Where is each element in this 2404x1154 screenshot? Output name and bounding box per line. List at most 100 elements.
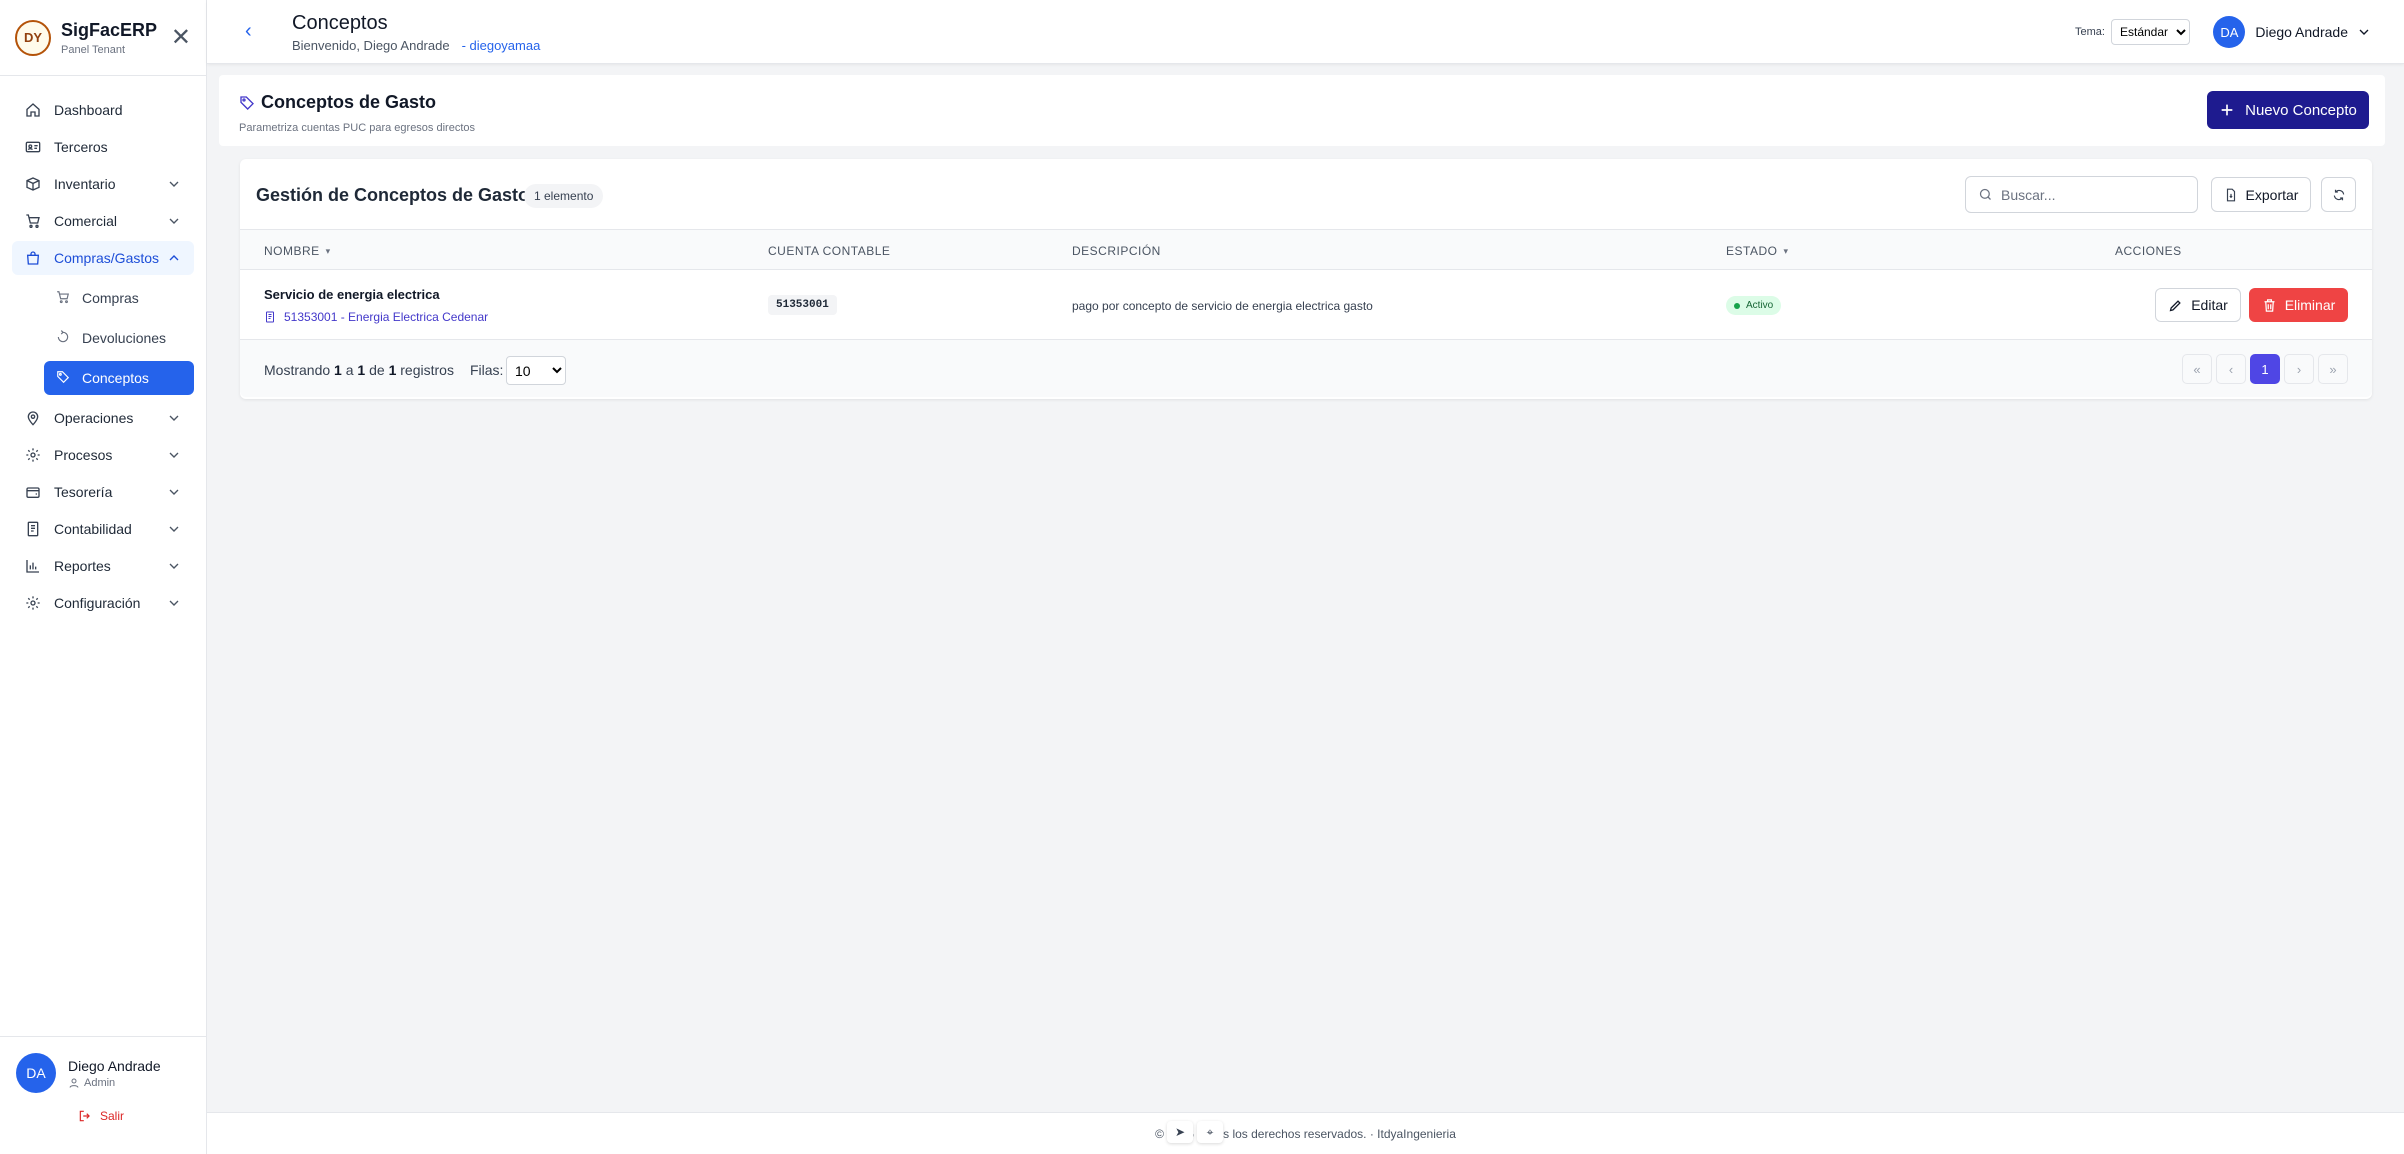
chevron-down-icon: [166, 558, 182, 574]
column-header-status[interactable]: ESTADO ▾: [1726, 244, 1788, 258]
rows-per-page-select[interactable]: 10: [506, 356, 566, 385]
tenant-link[interactable]: - diegoyamaa: [462, 38, 541, 53]
section-header: Conceptos de Gasto Parametriza cuentas P…: [219, 75, 2385, 146]
concept-account-link[interactable]: 51353001 - Energia Electrica Cedenar: [264, 310, 488, 324]
search-input[interactable]: [2001, 186, 2181, 203]
sidebar-subitem-conceptos[interactable]: Conceptos: [44, 361, 194, 395]
concept-description: pago por concepto de servicio de energia…: [1072, 299, 1373, 313]
chevron-right-icon: ›: [2296, 361, 2302, 377]
app-subtitle: Panel Tenant: [61, 43, 126, 56]
concept-name: Servicio de energia electrica: [264, 287, 440, 302]
sort-icon: ▾: [325, 245, 331, 256]
chevron-down-icon: [166, 484, 182, 500]
tag-icon: [56, 370, 72, 386]
section-title: Conceptos de Gasto: [239, 92, 436, 113]
chevron-down-icon: [166, 410, 182, 426]
chevron-left-icon: ‹: [2228, 361, 2234, 377]
sidebar-item-procesos[interactable]: Procesos: [12, 438, 194, 472]
pagination: « ‹ 1 › »: [2182, 354, 2348, 384]
count-badge: 1 elemento: [524, 184, 604, 208]
sidebar-user-name: Diego Andrade: [68, 1057, 161, 1074]
close-sidebar-icon[interactable]: ✕: [171, 25, 191, 50]
sort-icon: ▾: [1783, 245, 1789, 256]
edit-button[interactable]: Editar: [2155, 288, 2241, 322]
file-export-icon: [2224, 188, 2238, 202]
chevron-down-icon: [166, 521, 182, 537]
ledger-icon: [264, 311, 276, 323]
chevrons-right-icon: »: [2329, 361, 2337, 377]
column-header-account: CUENTA CONTABLE: [768, 244, 891, 258]
wallet-icon: [24, 483, 42, 501]
back-chevron-icon[interactable]: ‹: [245, 20, 252, 43]
tag-icon: [239, 95, 255, 111]
chevron-down-icon: [166, 176, 182, 192]
avatar: DA: [16, 1053, 56, 1093]
new-concept-button[interactable]: Nuevo Concepto: [2207, 91, 2369, 129]
sidebar-item-dashboard[interactable]: Dashboard: [12, 93, 194, 127]
search-box: [1965, 176, 2198, 213]
pointer-icon[interactable]: ➤: [1167, 1121, 1193, 1143]
logout-button[interactable]: Salir: [78, 1109, 191, 1123]
page-footer: © 2026 Todos los derechos reservados. · …: [207, 1112, 2404, 1154]
sidebar-item-comercial[interactable]: Comercial: [12, 204, 194, 238]
chevron-down-icon: [166, 595, 182, 611]
avatar: DA: [2213, 16, 2246, 48]
chevron-up-icon: [166, 250, 182, 266]
sidebar-item-reportes[interactable]: Reportes: [12, 549, 194, 583]
page-button-current[interactable]: 1: [2250, 354, 2280, 384]
theme-select[interactable]: Estándar: [2111, 19, 2190, 45]
id-card-icon: [24, 138, 42, 156]
target-icon[interactable]: ⌖: [1197, 1121, 1223, 1143]
app-name: SigFacERP: [61, 19, 158, 40]
welcome-text: Bienvenido, Diego Andrade - diegoyamaa: [292, 38, 541, 53]
trash-icon: [2262, 298, 2277, 313]
sidebar-user-role: Admin: [68, 1077, 161, 1089]
prev-page-button[interactable]: ‹: [2216, 354, 2246, 384]
sidebar-item-inventario[interactable]: Inventario: [12, 167, 194, 201]
ledger-icon: [24, 520, 42, 538]
sidebar-item-terceros[interactable]: Terceros: [12, 130, 194, 164]
floating-tools: ➤ ⌖: [1167, 1121, 1223, 1143]
table-header: NOMBRE ▾ CUENTA CONTABLE DESCRIPCIÓN EST…: [240, 229, 2372, 270]
column-header-actions: ACCIONES: [2115, 244, 2182, 258]
header-user-menu[interactable]: DA Diego Andrade: [2213, 16, 2372, 48]
chevron-down-icon: [166, 213, 182, 229]
table-footer: Mostrando 1 a 1 de 1 registros Filas: 10…: [240, 340, 2372, 397]
status-dot: [1734, 302, 1740, 309]
theme-picker: Tema: Estándar: [2075, 19, 2190, 45]
brand: DY SigFacERP Panel Tenant ✕: [0, 0, 206, 76]
pencil-icon: [2168, 298, 2183, 313]
sidebar: DY SigFacERP Panel Tenant ✕ Dashboard Te…: [0, 0, 207, 1154]
sidebar-item-contabilidad[interactable]: Contabilidad: [12, 512, 194, 546]
sidebar-item-operaciones[interactable]: Operaciones: [12, 401, 194, 435]
sidebar-item-configuracion[interactable]: Configuración: [12, 586, 194, 620]
next-page-button[interactable]: ›: [2284, 354, 2314, 384]
cart-icon: [24, 212, 42, 230]
account-code: 51353001: [768, 295, 837, 315]
section-description: Parametriza cuentas PUC para egresos dir…: [239, 122, 475, 134]
last-page-button[interactable]: »: [2318, 354, 2348, 384]
delete-button[interactable]: Eliminar: [2249, 288, 2348, 322]
brand-logo: DY: [15, 19, 51, 56]
rows-label: Filas:: [470, 362, 504, 378]
column-header-description: DESCRIPCIÓN: [1072, 244, 1161, 258]
header-user-name: Diego Andrade: [2255, 24, 2348, 40]
sidebar-item-tesoreria[interactable]: Tesorería: [12, 475, 194, 509]
column-header-name[interactable]: NOMBRE ▾: [264, 244, 331, 258]
chevrons-left-icon: «: [2193, 361, 2201, 377]
chevron-down-icon: [2356, 24, 2372, 40]
user-icon: [68, 1077, 80, 1089]
sidebar-subitem-compras[interactable]: Compras: [44, 281, 194, 315]
records-summary: Mostrando 1 a 1 de 1 registros: [264, 362, 454, 378]
table-title: Gestión de Conceptos de Gasto: [256, 185, 530, 205]
sidebar-nav: Dashboard Terceros Inventario Comercial …: [0, 76, 206, 620]
plus-icon: [2219, 102, 2235, 118]
status-badge: Activo: [1726, 296, 1782, 315]
sidebar-subitem-devoluciones[interactable]: Devoluciones: [44, 321, 194, 355]
sidebar-item-compras-gastos[interactable]: Compras/Gastos: [12, 241, 194, 275]
search-icon: [1978, 187, 1993, 202]
gear-icon: [24, 446, 42, 464]
first-page-button[interactable]: «: [2182, 354, 2212, 384]
refresh-button[interactable]: [2321, 177, 2356, 212]
export-button[interactable]: Exportar: [2211, 177, 2311, 212]
